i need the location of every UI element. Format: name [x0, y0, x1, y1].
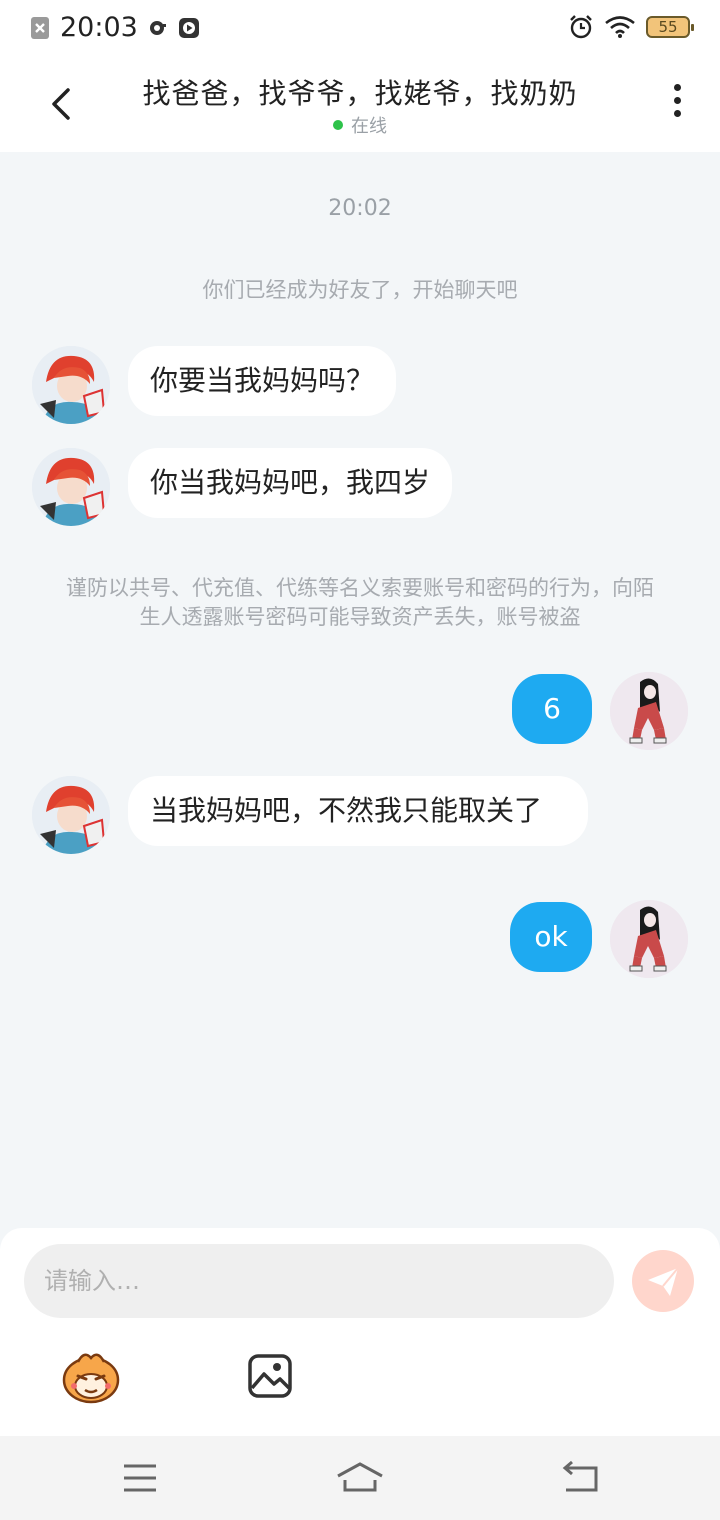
alarm-icon — [570, 15, 592, 39]
back-icon[interactable] — [556, 1456, 604, 1500]
contact-avatar-image — [32, 776, 110, 854]
contact-avatar[interactable] — [32, 776, 110, 854]
message-input[interactable] — [24, 1244, 614, 1318]
message-bubble-incoming[interactable]: 你要当我妈妈吗？ — [128, 346, 397, 416]
message-composer — [0, 1228, 720, 1436]
home-icon[interactable] — [336, 1456, 384, 1500]
status-bar: 20:03 55 — [0, 0, 720, 56]
message-bubble-outgoing[interactable]: ok — [510, 902, 592, 972]
chat-header: 找爸爸，找爷爷，找姥爷，找奶奶 在线 — [0, 56, 720, 152]
contact-avatar-image — [32, 346, 110, 424]
contact-avatar[interactable] — [32, 346, 110, 424]
menu-icon[interactable] — [116, 1456, 164, 1500]
security-warning-note: 谨防以共号、代充值、代练等名义索要账号和密码的行为，向陌生人透露账号密码可能导致… — [66, 576, 654, 629]
more-vertical-icon[interactable] — [662, 84, 692, 124]
my-avatar[interactable] — [610, 672, 688, 750]
notification-close-icon — [31, 16, 49, 39]
online-dot — [333, 120, 343, 130]
chat-title: 找爸爸，找爷爷，找姥爷，找奶奶 — [142, 77, 578, 110]
my-avatar[interactable] — [610, 900, 688, 978]
message-timestamp: 20:02 — [328, 196, 392, 221]
chat-area[interactable]: 20:02 你们已经成为好友了，开始聊天吧 你要当我妈妈吗？ 你当我妈妈吧，我四… — [0, 152, 720, 1230]
battery-icon: 55 — [646, 16, 694, 38]
message-bubble-incoming[interactable]: 你当我妈妈吧，我四岁 — [128, 448, 453, 518]
contact-avatar-image — [32, 448, 110, 526]
message-bubble-incoming[interactable]: 当我妈妈吧，不然我只能取关了 — [128, 776, 588, 846]
status-time: 20:03 — [60, 12, 138, 43]
status-bar-left: 20:03 — [30, 12, 200, 43]
media-play-icon — [178, 17, 199, 38]
system-nav-bar — [0, 1436, 720, 1520]
status-bar-right: 55 — [568, 14, 694, 40]
online-status-label: 在线 — [351, 116, 387, 137]
emoji-sticker-icon[interactable] — [60, 1348, 122, 1406]
message-bubble-outgoing[interactable]: 6 — [512, 674, 592, 744]
send-plane-icon — [648, 1267, 679, 1296]
my-avatar-image — [610, 672, 688, 750]
system-note: 你们已经成为好友了，开始聊天吧 — [202, 278, 518, 302]
wifi-icon — [605, 16, 635, 38]
send-button[interactable] — [632, 1250, 694, 1312]
online-status: 在线 — [0, 112, 720, 138]
headset-icon — [149, 20, 166, 35]
image-icon[interactable] — [246, 1352, 294, 1400]
my-avatar-image — [610, 900, 688, 978]
contact-avatar[interactable] — [32, 448, 110, 526]
